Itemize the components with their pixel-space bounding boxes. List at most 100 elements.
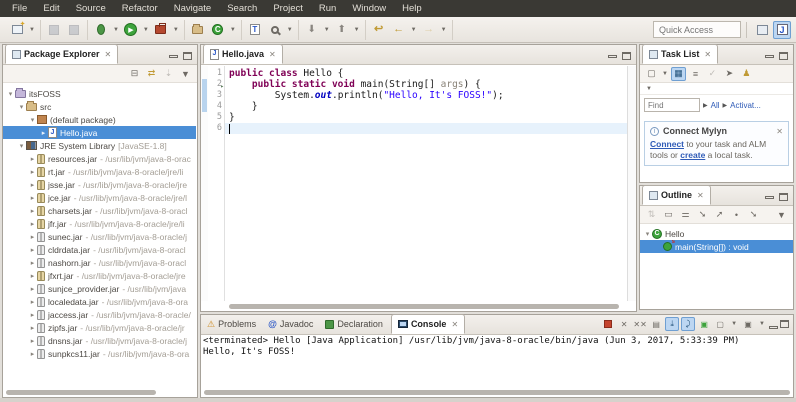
tree-item-sunjce-provider-jar[interactable]: ▸ sunjce_provider.jar - /usr/lib/jvm/java [3,282,196,295]
menu-search[interactable]: Search [219,0,265,17]
package-explorer-tree[interactable]: ▾itsFOSS▾src▾(default package)▸Hello.jav… [3,84,196,389]
toolbar-overflow-chevron-icon[interactable]: ▼ [644,86,654,92]
debug-button[interactable] [92,21,110,39]
tab-package-explorer[interactable]: Package Explorer ✕ [5,44,119,64]
back-dropdown-chevron-icon[interactable]: ▼ [409,27,419,33]
new-java-class-button[interactable] [209,21,227,39]
tree-item-default-package[interactable]: ▾ (default package) [3,113,196,126]
menu-run[interactable]: Run [311,0,344,17]
tree-item-main-string-void[interactable]: main(String[]) : void [640,240,793,253]
hide-completed-button[interactable]: ✓ [705,67,720,81]
close-tab-icon[interactable]: ✕ [451,320,458,329]
scheduled-view-button[interactable]: ≡ [688,67,703,81]
open-type-button[interactable] [246,21,264,39]
debug-dropdown-chevron-icon[interactable]: ▼ [111,27,121,33]
tree-item-itsfoss[interactable]: ▾ itsFOSS [3,87,196,100]
expand-arrow-icon[interactable]: ▸ [28,311,37,319]
collapse-all-button[interactable]: ⊟ [127,67,142,81]
sort-button[interactable]: ⇅ [644,208,659,222]
open-console-chevron-icon[interactable]: ▼ [757,321,767,327]
pin-console-button[interactable]: ▢ [713,317,727,331]
editor-hscrollbar[interactable] [229,304,619,309]
java-perspective-button[interactable] [773,20,791,39]
expand-arrow-icon[interactable]: ▸ [28,194,37,202]
forward-dropdown-chevron-icon[interactable]: ▼ [439,27,449,33]
terminate-button[interactable] [601,317,615,331]
editor-vscrollbar[interactable] [627,66,636,301]
next-annotation-button[interactable]: ⬇ [303,21,321,39]
hide-non-public-button[interactable]: ➘ [695,208,710,222]
close-notification-icon[interactable]: ✕ [776,127,783,136]
open-perspective-button[interactable] [753,21,771,39]
collapse-arrow-icon[interactable]: ▾ [643,230,652,238]
tree-item-jsse-jar[interactable]: ▸ jsse.jar - /usr/lib/jvm/java-8-oracle/jr… [3,178,196,191]
expand-arrow-icon[interactable]: ▸ [28,207,37,215]
run-button[interactable]: ▶ [122,21,140,39]
expand-arrow-icon[interactable]: ▸ [39,129,48,137]
tree-item-zipfs-jar[interactable]: ▸ zipfs.jar - /usr/lib/jvm/java-8-oracle/j… [3,321,196,334]
hide-local-types-button[interactable]: ➚ [712,208,727,222]
expand-arrow-icon[interactable]: ▸ [28,337,37,345]
collapse-arrow-icon[interactable]: ▾ [17,142,26,150]
tree-item-rt-jar[interactable]: ▸ rt.jar - /usr/lib/jvm/java-8-oracle/jre/… [3,165,196,178]
new-java-project-button[interactable] [189,21,207,39]
package-explorer-hscrollbar[interactable] [6,390,156,395]
new-task-chevron-icon[interactable]: ▼ [660,71,670,77]
previous-annotation-button[interactable]: ⬆ [333,21,351,39]
tree-item-hello-java[interactable]: ▸ Hello.java [3,126,196,139]
remove-launch-button[interactable]: ✕ [617,317,631,331]
new-dropdown-chevron-icon[interactable]: ▼ [27,27,37,33]
clear-console-button[interactable]: ▤ [649,317,663,331]
tree-item-src[interactable]: ▾ src [3,100,196,113]
external-tools-button[interactable] [152,21,170,39]
expand-arrow-icon[interactable]: ▸ [28,246,37,254]
search-dropdown-chevron-icon[interactable]: ▼ [285,27,295,33]
expand-arrow-icon[interactable]: ▸ [28,233,37,241]
close-tab-icon[interactable]: ✕ [269,50,276,59]
task-find-input[interactable] [644,98,700,112]
menu-window[interactable]: Window [344,0,394,17]
tree-item-jre-system-library[interactable]: ▾ JRE System Library [JavaSE-1.8] [3,139,196,152]
collapse-arrow-icon[interactable]: ▾ [28,116,37,124]
minimize-icon[interactable] [765,196,774,199]
tree-item-hello[interactable]: ▾ Hello [640,227,793,240]
menu-file[interactable]: File [4,0,35,17]
expand-arrow-icon[interactable]: ▸ [28,168,37,176]
focus-button[interactable]: ➤ [722,67,737,81]
close-tab-icon[interactable]: ✕ [105,50,112,59]
tree-item-charsets-jar[interactable]: ▸ charsets.jar - /usr/lib/jvm/java-8-oracl [3,204,196,217]
outline-tree[interactable]: ▾ Hello main(String[]) : void [640,224,793,253]
remove-all-launches-button[interactable]: ✕✕ [633,317,647,331]
expand-arrow-icon[interactable]: ▸ [28,285,37,293]
tab-problems[interactable]: ⚠ Problems [201,314,262,334]
tree-item-jfr-jar[interactable]: ▸ jfr.jar - /usr/lib/jvm/java-8-oracle/jre… [3,217,196,230]
maximize-icon[interactable] [183,52,192,60]
tree-item-resources-jar[interactable]: ▸ resources.jar - /usr/lib/jvm/java-8-orac [3,152,196,165]
hide-fields-button[interactable]: ▭ [661,208,676,222]
new-java-dropdown-chevron-icon[interactable]: ▼ [228,27,238,33]
view-menu-button[interactable]: ▼ [178,67,193,81]
link-with-editor-button[interactable]: ⇄ [144,67,159,81]
tree-item-sunpkcs11-jar[interactable]: ▸ sunpkcs11.jar - /usr/lib/jvm/java-8-ora [3,347,196,360]
open-console-button[interactable]: ▣ [741,317,755,331]
back-button[interactable]: ← [390,21,408,39]
console-output[interactable]: <terminated> Hello [Java Application] /u… [203,336,791,389]
new-task-button[interactable]: ▢ [644,67,659,81]
search-button[interactable] [266,21,284,39]
menu-navigate[interactable]: Navigate [166,0,220,17]
expand-arrow-icon[interactable]: ▸ [28,298,37,306]
tree-item-localedata-jar[interactable]: ▸ localedata.jar - /usr/lib/jvm/java-8-ora [3,295,196,308]
minimize-icon[interactable] [608,55,617,58]
filter-link-all[interactable]: All [711,101,720,110]
expand-arrow-icon[interactable]: ▸ [28,350,37,358]
maximize-icon[interactable] [779,193,788,201]
tree-item-jaccess-jar[interactable]: ▸ jaccess.jar - /usr/lib/jvm/java-8-oracle… [3,308,196,321]
maximize-icon[interactable] [779,52,788,60]
menu-refactor[interactable]: Refactor [114,0,166,17]
editor-body[interactable]: 1 2 ▸ 3 4 5 6 public class Hello { public stat… [201,66,636,301]
menu-help[interactable]: Help [394,0,430,17]
external-tools-dropdown-chevron-icon[interactable]: ▼ [171,27,181,33]
hide-static-members-button[interactable]: ⚌ [678,208,693,222]
console-hscrollbar[interactable] [204,390,790,395]
tab-hello-java[interactable]: Hello.java ✕ [203,44,283,64]
